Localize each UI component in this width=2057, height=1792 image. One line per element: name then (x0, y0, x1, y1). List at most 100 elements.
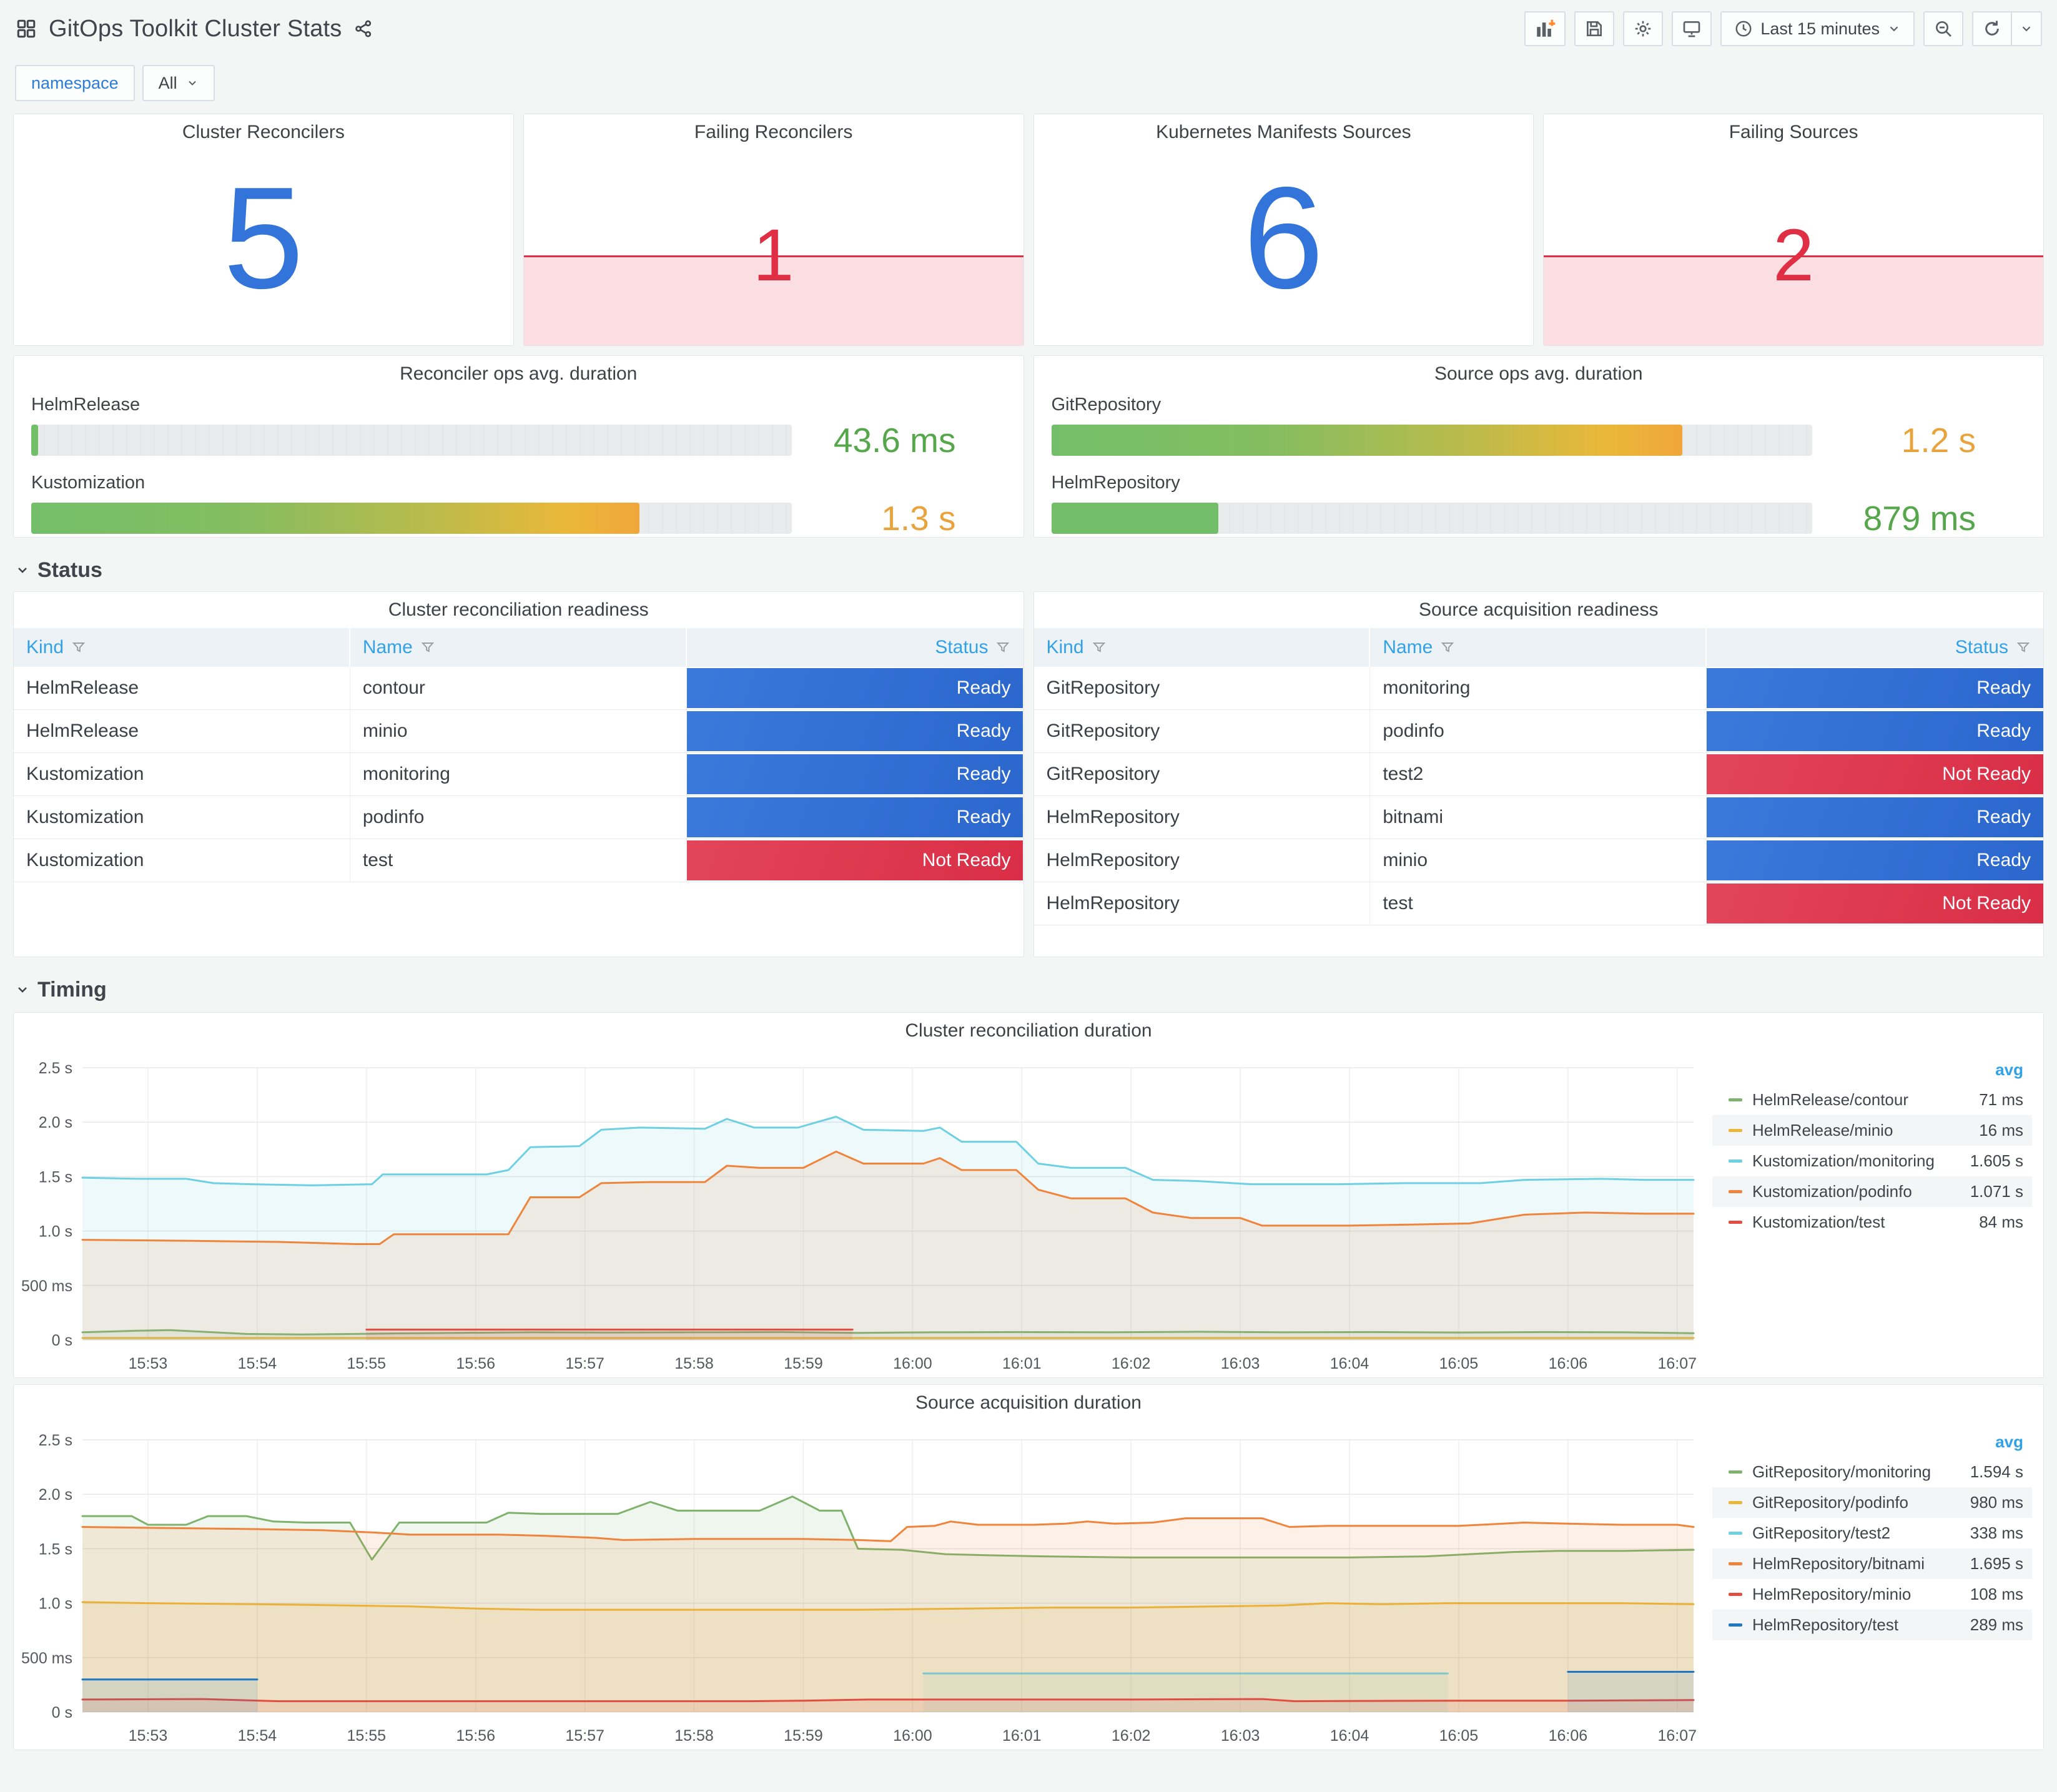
series-name[interactable]: Kustomization/monitoring (1752, 1151, 1970, 1171)
panel-title[interactable]: Source acquisition readiness (1034, 599, 2044, 621)
column-header-kind[interactable]: Kind (1034, 628, 1371, 667)
dashboard-toolbar: Last 15 minutes (1524, 11, 2042, 46)
series-name[interactable]: HelmRelease/contour (1752, 1090, 1979, 1110)
panel-title[interactable]: Failing Reconcilers (524, 122, 1024, 143)
column-header-kind[interactable]: Kind (14, 628, 350, 667)
column-header-name[interactable]: Name (1370, 628, 1707, 667)
series-color-swatch (1729, 1159, 1742, 1163)
cell-status: Ready (1707, 710, 2043, 752)
series-name[interactable]: GitRepository/monitoring (1752, 1462, 1970, 1482)
status-badge: Ready (1707, 840, 2043, 880)
table-row: Kustomization monitoring Ready (14, 753, 1024, 796)
panel-title[interactable]: Failing Sources (1544, 122, 2043, 143)
dashboard-settings-button[interactable] (1623, 11, 1664, 46)
series-avg-value: 338 ms (1970, 1524, 2023, 1542)
svg-text:15:55: 15:55 (347, 1727, 386, 1745)
refresh-button[interactable] (1972, 11, 2012, 46)
svg-text:2.0 s: 2.0 s (39, 1486, 72, 1504)
table-row: HelmRepository bitnami Ready (1033, 796, 2043, 839)
panel-title[interactable]: Reconciler ops avg. duration (14, 363, 1024, 385)
time-series-plot[interactable]: 15:53 15:54 15:55 15:56 15:57 15:58 15:59 16:00… (14, 1385, 1706, 1750)
series-avg-value: 1.594 s (1970, 1462, 2023, 1481)
row-toggle-timing[interactable]: Timing (15, 973, 2042, 1006)
svg-text:16:03: 16:03 (1221, 1727, 1260, 1745)
cell-kind: GitRepository (1034, 753, 1371, 795)
status-badge: Ready (686, 668, 1024, 708)
gauge-label: GitRepository (1051, 395, 1162, 415)
legend-item[interactable]: HelmRelease/minio 16 ms (1712, 1115, 2032, 1146)
refresh-interval-dropdown[interactable] (2012, 11, 2042, 46)
column-header-status[interactable]: Status (1707, 628, 2043, 667)
svg-text:16:07: 16:07 (1657, 1355, 1697, 1372)
svg-text:1.0 s: 1.0 s (39, 1223, 72, 1241)
row-toggle-status[interactable]: Status (15, 554, 2042, 586)
filter-icon[interactable] (995, 640, 1010, 655)
filter-icon[interactable] (1092, 640, 1107, 655)
legend-item[interactable]: Kustomization/test 84 ms (1712, 1207, 2032, 1238)
panel-failing-reconcilers: Failing Reconcilers 1 (523, 114, 1024, 346)
dashboard-grid-icon[interactable] (15, 17, 37, 40)
series-color-swatch (1729, 1593, 1742, 1596)
series-color-swatch (1729, 1623, 1742, 1627)
legend-item[interactable]: GitRepository/test2 338 ms (1712, 1518, 2032, 1548)
table-header: Kind Name Status (1033, 628, 2043, 667)
legend-item[interactable]: HelmRelease/contour 71 ms (1712, 1085, 2032, 1115)
series-name[interactable]: HelmRepository/bitnami (1752, 1554, 1970, 1573)
add-panel-button[interactable] (1524, 11, 1566, 46)
share-icon[interactable] (353, 19, 373, 39)
svg-text:16:07: 16:07 (1657, 1727, 1697, 1745)
cell-kind: HelmRelease (14, 710, 350, 752)
panel-title[interactable]: Cluster Reconcilers (14, 122, 513, 143)
panel-title[interactable]: Cluster reconciliation readiness (14, 599, 1024, 621)
series-name[interactable]: Kustomization/test (1752, 1213, 1979, 1232)
stats-row: Cluster Reconcilers 5 Failing Reconciler… (13, 114, 2044, 346)
legend-item[interactable]: HelmRepository/minio 108 ms (1712, 1579, 2032, 1610)
filter-icon[interactable] (2016, 640, 2031, 655)
column-header-status[interactable]: Status (687, 628, 1024, 667)
series-name[interactable]: GitRepository/test2 (1752, 1524, 1970, 1543)
column-header-name[interactable]: Name (350, 628, 687, 667)
panel-title[interactable]: Source acquisition duration (14, 1392, 2043, 1414)
gauge-label: Kustomization (31, 473, 146, 493)
series-name[interactable]: GitRepository/podinfo (1752, 1493, 1970, 1512)
gauge-track (31, 503, 792, 534)
series-name[interactable]: HelmRepository/test (1752, 1615, 1970, 1635)
cell-name: minio (350, 710, 687, 752)
time-range-picker[interactable]: Last 15 minutes (1720, 11, 1915, 46)
save-dashboard-button[interactable] (1574, 11, 1615, 46)
cell-name: podinfo (1370, 710, 1707, 752)
legend-item[interactable]: GitRepository/podinfo 980 ms (1712, 1487, 2032, 1518)
panel-title[interactable]: Kubernetes Manifests Sources (1034, 122, 1534, 143)
svg-text:16:01: 16:01 (1002, 1355, 1042, 1372)
gauge-list: GitRepository 1.2 s HelmRepository 879 m… (1051, 395, 2026, 537)
cycle-view-mode-button[interactable] (1672, 11, 1712, 46)
status-badge: Ready (1707, 711, 2043, 751)
variable-value-dropdown[interactable]: All (142, 65, 215, 101)
panel-title[interactable]: Cluster reconciliation duration (14, 1020, 2043, 1041)
legend-item[interactable]: Kustomization/monitoring 1.605 s (1712, 1146, 2032, 1176)
filter-icon[interactable] (1440, 640, 1455, 655)
gauge-fill (1051, 425, 1683, 456)
gauge-fill (31, 503, 640, 534)
legend-item[interactable]: HelmRepository/test 289 ms (1712, 1610, 2032, 1640)
series-name[interactable]: Kustomization/podinfo (1752, 1182, 1970, 1201)
cell-kind: GitRepository (1034, 667, 1371, 709)
time-series-plot[interactable]: 15:53 15:54 15:55 15:56 15:57 15:58 15:59 16:00… (14, 1013, 1706, 1377)
legend-item[interactable]: GitRepository/monitoring 1.594 s (1712, 1457, 2032, 1487)
bar-gauge: HelmRelease 43.6 ms (31, 395, 1006, 460)
legend-avg-header[interactable]: avg (1712, 1429, 2032, 1457)
series-name[interactable]: HelmRelease/minio (1752, 1121, 1979, 1140)
filter-icon[interactable] (71, 640, 86, 655)
legend-avg-header[interactable]: avg (1712, 1056, 2032, 1085)
cell-status: Not Ready (686, 839, 1024, 882)
panel-title[interactable]: Source ops avg. duration (1034, 363, 2044, 385)
series-avg-value: 980 ms (1970, 1493, 2023, 1512)
svg-text:15:57: 15:57 (565, 1727, 604, 1745)
legend-item[interactable]: Kustomization/podinfo 1.071 s (1712, 1176, 2032, 1207)
filter-icon[interactable] (420, 640, 435, 655)
zoom-out-button[interactable] (1923, 11, 1963, 46)
svg-text:16:01: 16:01 (1002, 1727, 1042, 1745)
series-name[interactable]: HelmRepository/minio (1752, 1585, 1970, 1604)
section-label: Timing (37, 977, 107, 1002)
legend-item[interactable]: HelmRepository/bitnami 1.695 s (1712, 1548, 2032, 1579)
